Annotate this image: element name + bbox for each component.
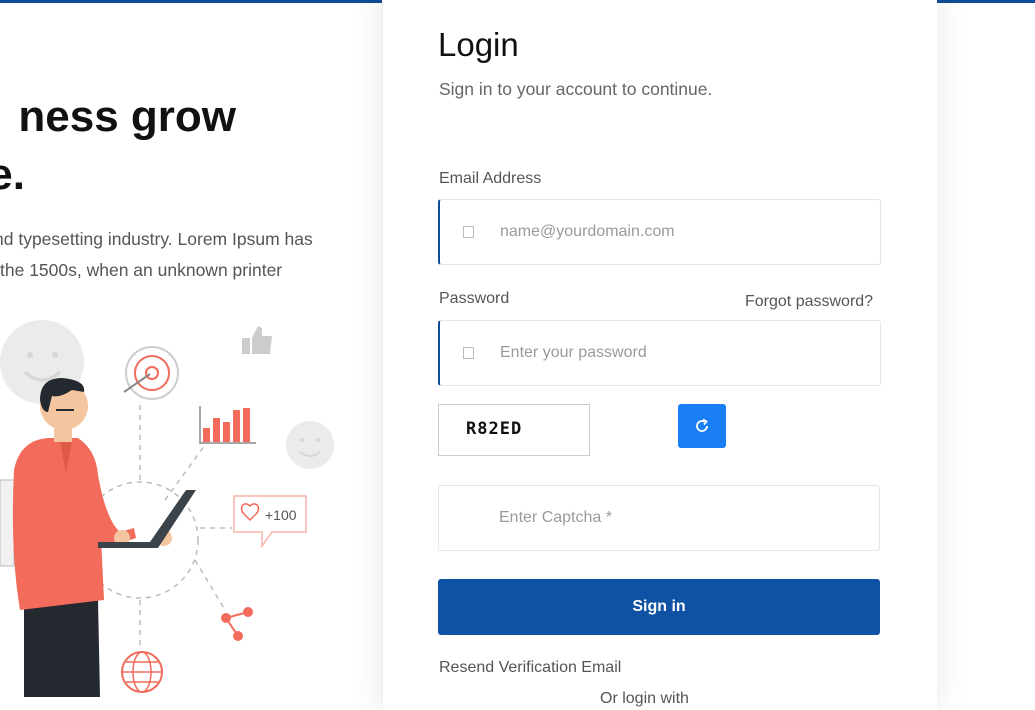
password-field[interactable] — [438, 320, 881, 386]
login-subtitle: Sign in to your account to continue. — [439, 79, 713, 99]
thumbs-up-icon — [242, 326, 272, 354]
envelope-icon — [463, 226, 474, 238]
login-title: Login — [438, 26, 519, 63]
captcha-field[interactable] — [438, 485, 880, 551]
password-input[interactable] — [500, 321, 860, 385]
captcha-input[interactable] — [499, 486, 859, 550]
bar-chart-icon — [199, 406, 256, 444]
target-icon — [123, 346, 179, 400]
captcha-code: R82ED — [466, 419, 523, 439]
email-field[interactable] — [438, 199, 881, 265]
hero-description-line-1: nd typesetting industry. Lorem Ipsum has — [0, 229, 313, 249]
like-bubble-icon: +100 — [233, 495, 307, 549]
password-label: Password — [439, 290, 510, 307]
captcha-refresh-button[interactable] — [678, 404, 726, 448]
resend-verification-link[interactable]: Resend Verification Email — [439, 659, 621, 677]
hero-description-line-2: the 1500s, when an unknown printer — [0, 260, 283, 280]
like-count: +100 — [265, 507, 297, 523]
lock-icon — [463, 347, 474, 359]
email-label: Email Address — [439, 170, 542, 187]
business-illustration: +100 — [0, 320, 334, 697]
sign-in-button[interactable]: Sign in — [438, 579, 880, 635]
globe-icon — [121, 651, 163, 693]
refresh-icon — [696, 418, 708, 432]
share-icon — [221, 607, 253, 641]
or-login-with-text: Or login with — [600, 690, 689, 707]
captcha-image: R82ED — [438, 404, 590, 456]
email-input[interactable] — [500, 200, 860, 264]
person-figure — [0, 378, 196, 697]
smiley-small-icon — [286, 421, 334, 469]
hero-title-line-1: ness grow — [18, 92, 236, 141]
hero-title-line-2: e. — [0, 150, 25, 199]
forgot-password-link[interactable]: Forgot password? — [745, 293, 873, 311]
